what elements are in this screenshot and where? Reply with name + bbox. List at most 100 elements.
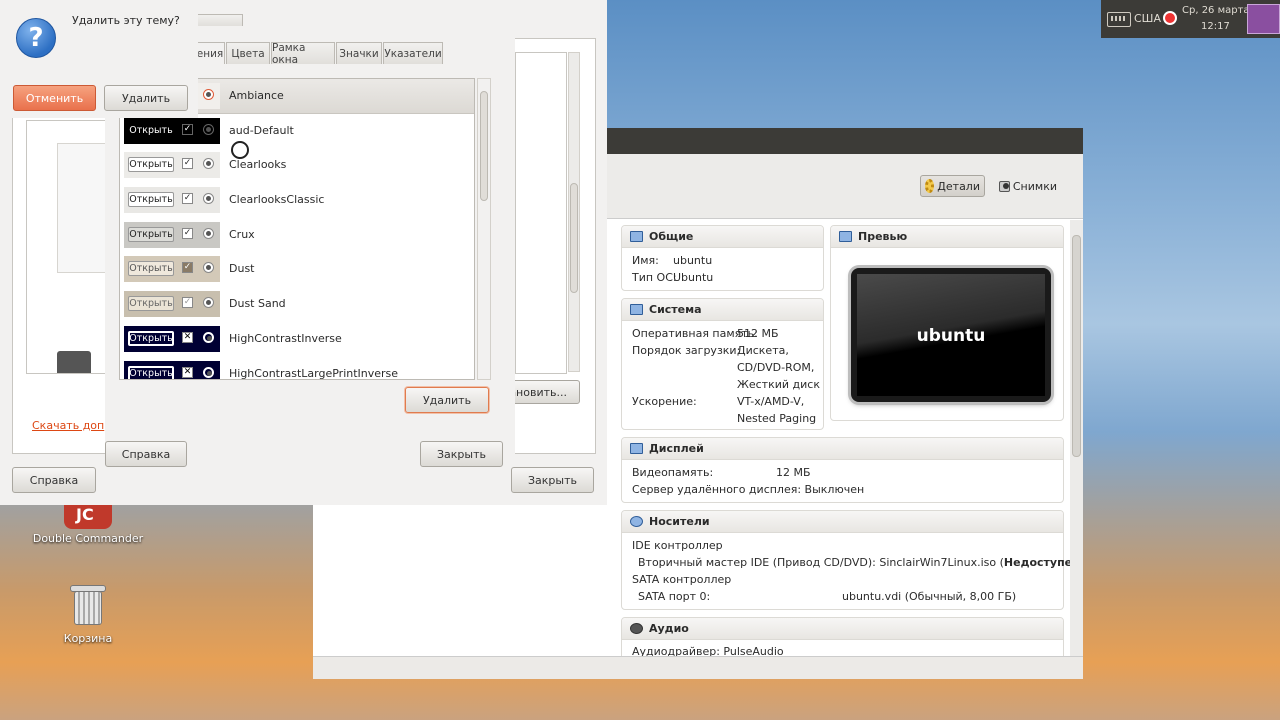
- os-value: Ubuntu: [673, 271, 714, 284]
- camera-icon: [999, 180, 1010, 192]
- tab-window-border[interactable]: Рамка окна: [271, 42, 335, 66]
- clock-date[interactable]: Ср, 26 марта: [1182, 5, 1250, 16]
- vram-value: 12 МБ: [776, 466, 811, 479]
- desktop-icon-label-trash[interactable]: Корзина: [28, 632, 148, 645]
- theme-row-dust-sand[interactable]: Открыть ✓ Dust Sand: [120, 287, 474, 321]
- ide-controller: IDE контроллер: [632, 539, 723, 552]
- back-window-scrollbar[interactable]: [568, 52, 580, 372]
- confirm-delete-button[interactable]: Удалить: [104, 85, 188, 111]
- theme-preview: Открыть ✓: [124, 222, 220, 248]
- theme-row-aud-default[interactable]: Открыть ✓ aud-Default: [120, 114, 474, 148]
- details-scroll-thumb[interactable]: [1072, 235, 1081, 457]
- install-button[interactable]: тановить...: [503, 380, 580, 404]
- tab-controls[interactable]: ения: [195, 42, 225, 64]
- chip-icon: [630, 304, 643, 315]
- section-preview-header[interactable]: Превью: [831, 226, 1063, 248]
- section-display-header[interactable]: Дисплей: [622, 438, 1063, 460]
- theme-list-scrollbar[interactable]: [477, 78, 491, 380]
- theme-preview: Открыть ✓: [124, 291, 220, 317]
- section-preview-title: Превью: [858, 230, 908, 243]
- appearance-help-button[interactable]: Справка: [105, 441, 187, 467]
- power-icon[interactable]: [1163, 11, 1177, 25]
- theme-row-highcontrastinverse[interactable]: Открыть ✕ HighContrastInverse: [120, 322, 474, 356]
- back-window-preview-thumb: [57, 351, 91, 373]
- boot-label: Порядок загрузки:: [632, 344, 741, 357]
- theme-row-crux[interactable]: Открыть ✓ Crux: [120, 218, 474, 252]
- back-window-preview-pane: [26, 120, 109, 374]
- theme-row-highcontrastlargeprintinverse[interactable]: Открыть ✕ HighContrastLargePrintInverse: [120, 357, 474, 379]
- section-display: Дисплей Видеопамять: 12 МБ Сервер удалён…: [621, 437, 1064, 503]
- download-more-link[interactable]: Скачать доп: [32, 419, 104, 432]
- theme-open-button: Открыть: [128, 331, 174, 346]
- theme-row-dust[interactable]: Открыть ✓ Dust: [120, 252, 474, 286]
- top-panel: США Ср, 26 марта 12:17: [1101, 0, 1280, 38]
- section-system-header[interactable]: Система: [622, 299, 823, 321]
- theme-preview: Открыть ✓: [124, 256, 220, 282]
- back-window-scroll-thumb[interactable]: [570, 183, 578, 293]
- back-window-list-pane: [515, 52, 567, 374]
- window-bottom-strip: [313, 656, 1083, 679]
- sata-controller: SATA контроллер: [632, 573, 732, 586]
- section-system-title: Система: [649, 303, 702, 316]
- back-help-button[interactable]: Справка: [12, 467, 96, 493]
- section-general-header[interactable]: Общие: [622, 226, 823, 248]
- theme-open-button: Открыть: [128, 123, 174, 138]
- storage-icon: [630, 516, 643, 527]
- section-storage: Носители IDE контроллер Вторичный мастер…: [621, 510, 1083, 610]
- name-value: ubuntu: [673, 254, 713, 267]
- theme-open-button: Открыть: [128, 192, 174, 207]
- theme-list-scroll-thumb[interactable]: [480, 91, 488, 201]
- window-blank-area: [313, 505, 607, 656]
- name-label: Имя:: [632, 254, 659, 267]
- ram-value: 512 МБ: [737, 327, 779, 340]
- theme-row-clearlooks[interactable]: Открыть ✓ Clearlooks: [120, 148, 474, 182]
- virtualbox-titlebar[interactable]: [607, 128, 1083, 154]
- snapshots-button[interactable]: Снимки: [995, 175, 1061, 197]
- section-preview: Превью ubuntu: [830, 225, 1064, 421]
- keyboard-layout-indicator[interactable]: США: [1134, 12, 1161, 25]
- theme-name: aud-Default: [229, 124, 294, 137]
- keyboard-icon[interactable]: [1107, 12, 1131, 27]
- theme-open-button: Открыть: [128, 366, 174, 379]
- desktop-icon-label-double-commander[interactable]: Double Commander: [28, 532, 148, 545]
- section-display-title: Дисплей: [649, 442, 704, 455]
- accel-value-2: Nested Paging: [737, 412, 817, 425]
- preview-vm-name: ubuntu: [916, 326, 986, 346]
- snapshots-label: Снимки: [1012, 179, 1057, 193]
- rdp-server: Сервер удалённого дисплея: Выключен: [632, 483, 865, 496]
- back-close-button[interactable]: Закрыть: [511, 467, 594, 493]
- vram-label: Видеопамять:: [632, 466, 714, 479]
- display-icon: [630, 443, 643, 454]
- sata-port-value: ubuntu.vdi (Обычный, 8,00 ГБ): [842, 590, 1017, 603]
- details-button[interactable]: Детали: [920, 175, 985, 197]
- section-audio-header[interactable]: Аудио: [622, 618, 1063, 640]
- theme-name: Clearlooks: [229, 158, 287, 171]
- section-storage-title: Носители: [649, 515, 710, 528]
- details-scrollbar[interactable]: [1070, 220, 1083, 656]
- preview-screen: ubuntu: [851, 268, 1051, 402]
- delete-theme-button[interactable]: Удалить: [405, 387, 489, 413]
- tab-colors[interactable]: Цвета: [226, 42, 270, 64]
- monitor-icon: [839, 231, 852, 242]
- theme-preview: Открыть ✓: [124, 152, 220, 178]
- theme-row-clearlooksclassic[interactable]: Открыть ✓ ClearlooksClassic: [120, 183, 474, 217]
- tab-icons[interactable]: Значки: [336, 42, 382, 64]
- theme-name: Dust Sand: [229, 297, 286, 310]
- accel-value-1: VT-x/AMD-V,: [737, 395, 805, 408]
- theme-preview: Открыть ✓: [124, 118, 220, 144]
- theme-name: ClearlooksClassic: [229, 193, 325, 206]
- appearance-close-button[interactable]: Закрыть: [420, 441, 503, 467]
- theme-open-button: Открыть: [128, 296, 174, 311]
- trash-icon[interactable]: [70, 585, 106, 627]
- clock-time[interactable]: 12:17: [1201, 21, 1230, 32]
- section-storage-header[interactable]: Носители: [622, 511, 1063, 533]
- theme-preview: Открыть ✕: [124, 361, 220, 379]
- panel-window-thumbnail[interactable]: [1247, 4, 1280, 34]
- cancel-button[interactable]: Отменить: [13, 85, 96, 111]
- section-general: Общие Имя: ubuntu Тип ОС: Ubuntu: [621, 225, 824, 291]
- question-icon: ?: [16, 18, 56, 58]
- accel-label: Ускорение:: [632, 395, 697, 408]
- section-general-title: Общие: [649, 230, 694, 243]
- double-commander-icon[interactable]: [64, 505, 112, 529]
- tab-pointers[interactable]: Указатели: [383, 42, 443, 64]
